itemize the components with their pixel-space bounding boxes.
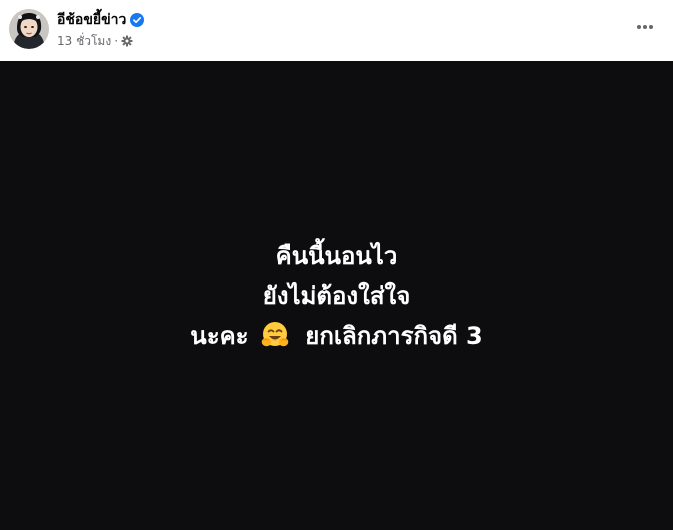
post-meta: 13 ชั่วโมง · bbox=[57, 33, 133, 49]
hugging-face-emoji bbox=[261, 322, 289, 347]
line-3-start: นะคะ bbox=[190, 322, 249, 350]
more-options-button[interactable] bbox=[627, 11, 663, 43]
gear-icon[interactable] bbox=[121, 35, 133, 47]
more-horizontal-icon bbox=[637, 25, 653, 29]
line-3-end: ยกเลิกภารกิจดี 3 bbox=[305, 322, 483, 350]
author-avatar[interactable] bbox=[9, 9, 49, 49]
post-text-line-3: นะคะ ยกเลิกภารกิจดี 3 bbox=[0, 316, 673, 356]
post-text: คืนนี้นอนไว ยังไม่ต้องใส่ใจ นะคะ ยกเลิกภ… bbox=[0, 236, 673, 356]
post-header: อีช้อขยี้ข่าว 13 ชั่วโมง · bbox=[0, 0, 673, 60]
post-text-line-2: ยังไม่ต้องใส่ใจ bbox=[262, 282, 411, 310]
text-post-card[interactable]: คืนนี้นอนไว ยังไม่ต้องใส่ใจ นะคะ ยกเลิกภ… bbox=[0, 61, 673, 530]
post-text-line-1: คืนนี้นอนไว bbox=[275, 242, 398, 270]
facebook-post: อีช้อขยี้ข่าว 13 ชั่วโมง · คืนนี้นอนไว ย… bbox=[0, 0, 673, 530]
verified-badge-icon bbox=[130, 13, 145, 27]
author-line: อีช้อขยี้ข่าว bbox=[57, 10, 145, 30]
post-timestamp[interactable]: 13 ชั่วโมง bbox=[57, 33, 111, 49]
meta-separator: · bbox=[114, 34, 119, 48]
avatar-image bbox=[9, 9, 49, 49]
author-name[interactable]: อีช้อขยี้ข่าว bbox=[57, 11, 126, 29]
